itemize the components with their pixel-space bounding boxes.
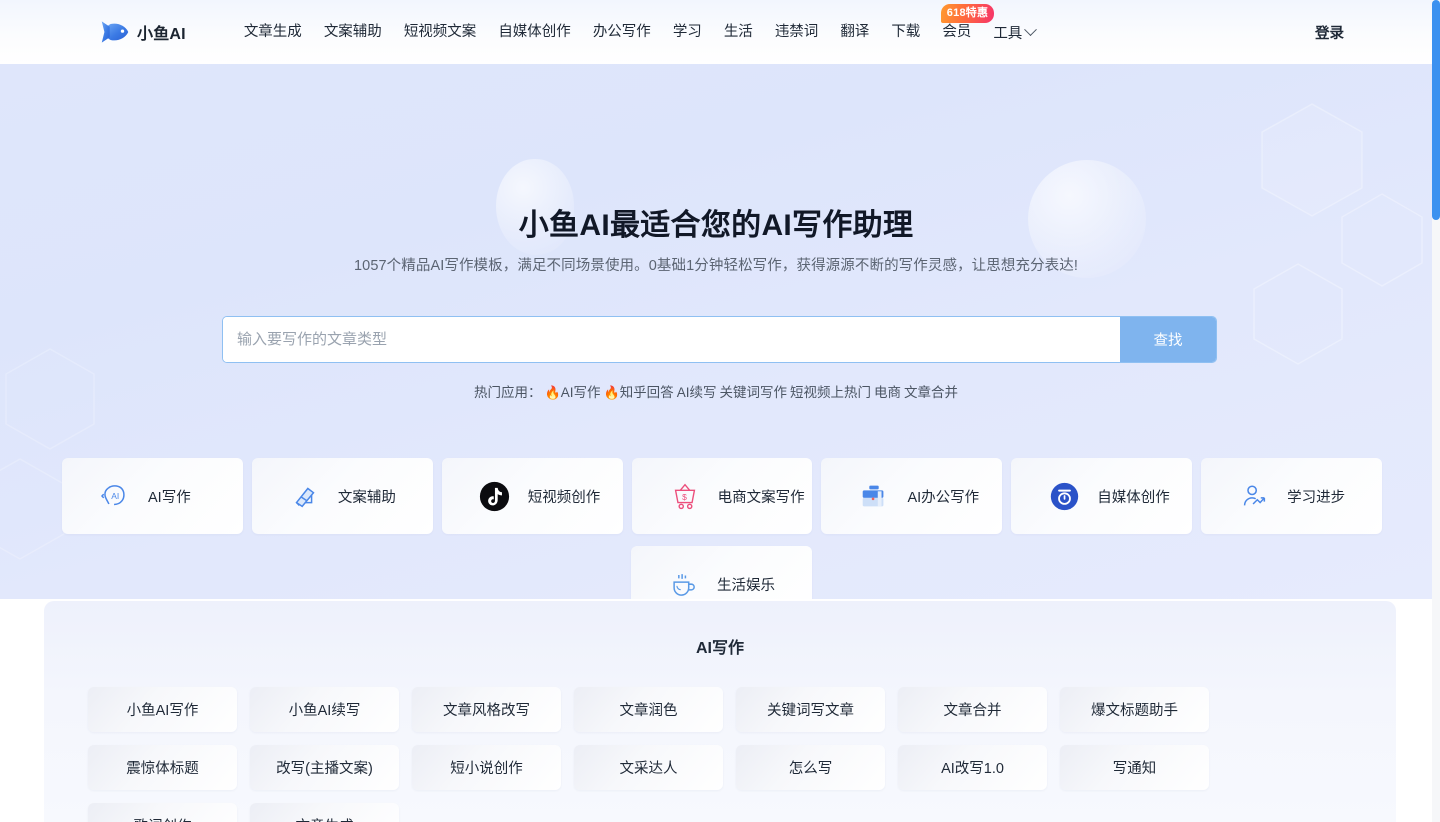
category-card-lifestyle[interactable]: 生活娱乐 (631, 546, 812, 599)
pen-writing-icon (288, 479, 322, 513)
search-bar: 查找 (222, 316, 1217, 363)
nav-label: 学习 (672, 24, 702, 40)
nav-label: 文章生成 (243, 24, 302, 40)
svg-text:AI: AI (111, 491, 119, 501)
hot-link-0[interactable]: 🔥AI写作 (545, 385, 601, 400)
nav-item-6[interactable]: 生活 (713, 0, 764, 64)
nav-item-3[interactable]: 自媒体创作 (487, 0, 582, 64)
category-card-self-media[interactable]: 自媒体创作 (1011, 458, 1193, 534)
tiktok-icon (478, 479, 512, 513)
category-card-ecommerce[interactable]: $ 电商文案写作 (631, 458, 813, 534)
fish-icon (100, 19, 130, 45)
toutiao-circle-icon (1047, 479, 1081, 513)
fire-icon: 🔥 (603, 385, 620, 400)
nav-label: 工具 (993, 25, 1023, 42)
briefcase-icon (857, 479, 891, 513)
hot-link-5[interactable]: 电商 (874, 385, 901, 400)
brand-name: 小鱼AI (137, 26, 186, 43)
top-navigation-bar: 小鱼AI 文章生成 文案辅助 短视频文案 自媒体创作 办公写作 学习 生活 违禁… (0, 0, 1432, 64)
category-label: AI办公写作 (907, 489, 980, 506)
nav-label: 自媒体创作 (498, 24, 571, 40)
page-title: 小鱼AI最适合您的AI写作助理 (518, 209, 914, 242)
template-tag[interactable]: 关键词写文章 (736, 687, 885, 732)
hot-link-2[interactable]: AI续写 (677, 385, 717, 400)
nav-label: 短视频文案 (403, 24, 477, 40)
nav-label: 办公写作 (592, 24, 651, 40)
template-tag[interactable]: 文章润色 (574, 687, 723, 732)
nav-item-10[interactable]: 618特惠 会员 (931, 0, 995, 64)
template-tag[interactable]: 文采达人 (574, 745, 723, 790)
brand-logo[interactable]: 小鱼AI (100, 19, 186, 45)
nav-item-0[interactable]: 文章生成 (233, 0, 313, 64)
category-label: 文案辅助 (337, 489, 396, 506)
main-nav: 文章生成 文案辅助 短视频文案 自媒体创作 办公写作 学习 生活 违禁词 翻译 … (233, 0, 1047, 64)
nav-label: 会员 (942, 24, 972, 40)
template-tag-grid: 小鱼AI写作 小鱼AI续写 文章风格改写 文章润色 关键词写文章 文章合并 爆文… (44, 658, 1396, 822)
login-button[interactable]: 登录 (1315, 22, 1344, 43)
template-tag[interactable]: 小鱼AI写作 (88, 687, 237, 732)
template-tag[interactable]: 小鱼AI续写 (250, 687, 399, 732)
shopping-cart-icon: $ (668, 479, 702, 513)
nav-item-2[interactable]: 短视频文案 (393, 0, 488, 64)
section-title: AI写作 (695, 640, 744, 657)
page-root: 小鱼AI 文章生成 文案辅助 短视频文案 自媒体创作 办公写作 学习 生活 违禁… (0, 0, 1440, 822)
decorative-hexagons-right (1253, 103, 1423, 365)
category-label: 电商文案写作 (717, 489, 805, 506)
hero-section: 小鱼AI最适合您的AI写作助理 1057个精品AI写作模板，满足不同场景使用。0… (0, 64, 1432, 599)
coffee-cup-icon (667, 567, 701, 599)
template-tag[interactable]: 改写(主播文案) (250, 745, 399, 790)
search-input[interactable] (223, 317, 1120, 362)
category-card-learning[interactable]: 学习进步 (1201, 458, 1383, 534)
ai-head-icon: AI (98, 479, 132, 513)
category-card-office[interactable]: AI办公写作 (821, 458, 1003, 534)
category-card-copywriting[interactable]: 文案辅助 (251, 458, 433, 534)
nav-label: 违禁词 (774, 24, 819, 40)
hot-link-3[interactable]: 关键词写作 (719, 385, 787, 400)
nav-item-4[interactable]: 办公写作 (582, 0, 662, 64)
nav-label: 文案辅助 (323, 24, 382, 40)
category-card-ai-writing[interactable]: AI AI写作 (62, 458, 243, 534)
nav-item-11[interactable]: 工具 (982, 22, 1046, 43)
category-cards-row-1: AI AI写作 文案辅助 短视频创作 $ 电商文案写作 AI办公写作 自媒体创作… (62, 458, 1383, 534)
page-subtitle: 1057个精品AI写作模板，满足不同场景使用。0基础1分钟轻松写作，获得源源不断… (353, 258, 1078, 274)
template-tag[interactable]: 震惊体标题 (88, 745, 237, 790)
template-tag[interactable]: 写通知 (1060, 745, 1209, 790)
template-tag[interactable]: 怎么写 (736, 745, 885, 790)
nav-item-5[interactable]: 学习 (662, 0, 713, 64)
nav-item-8[interactable]: 翻译 (829, 0, 880, 64)
category-label: 自媒体创作 (1097, 489, 1170, 506)
nav-label: 下载 (891, 24, 921, 40)
page-scrollbar-thumb[interactable] (1432, 0, 1440, 220)
template-tag[interactable]: 爆文标题助手 (1060, 687, 1209, 732)
category-cards-row-2: 生活娱乐 (631, 546, 812, 599)
hot-link-6[interactable]: 文章合并 (904, 385, 958, 400)
nav-item-9[interactable]: 下载 (880, 0, 931, 64)
hot-applications-row: 热门应用： 🔥AI写作 🔥知乎回答 AI续写 关键词写作 短视频上热门 电商 文章合并 (0, 381, 1432, 401)
chevron-down-icon (1024, 22, 1038, 36)
hot-applications-label: 热门应用： (474, 385, 542, 400)
template-tag[interactable]: AI改写1.0 (898, 745, 1047, 790)
nav-item-1[interactable]: 文案辅助 (313, 0, 393, 64)
hot-link-1[interactable]: 🔥知乎回答 (604, 385, 674, 400)
nav-label: 翻译 (840, 24, 870, 40)
category-label: 学习进步 (1287, 489, 1346, 506)
search-button[interactable]: 查找 (1120, 317, 1216, 362)
svg-text:$: $ (682, 492, 687, 502)
category-label: 短视频创作 (527, 489, 601, 506)
template-tag[interactable]: 短小说创作 (412, 745, 561, 790)
hot-link-4[interactable]: 短视频上热门 (790, 385, 871, 400)
ai-writing-section-panel: AI写作 小鱼AI写作 小鱼AI续写 文章风格改写 文章润色 关键词写文章 文章… (44, 601, 1396, 822)
category-label: AI写作 (148, 489, 191, 506)
promo-badge: 618特惠 (940, 4, 995, 23)
nav-label: 生活 (723, 24, 753, 40)
template-tag[interactable]: 文章生成 (250, 803, 399, 822)
category-label: 生活娱乐 (717, 577, 775, 594)
category-card-short-video[interactable]: 短视频创作 (441, 458, 623, 534)
template-tag[interactable]: 歌词创作 (88, 803, 237, 822)
nav-item-7[interactable]: 违禁词 (764, 0, 830, 64)
fire-icon: 🔥 (544, 385, 561, 400)
person-growth-icon (1237, 479, 1271, 513)
template-tag[interactable]: 文章合并 (898, 687, 1047, 732)
template-tag[interactable]: 文章风格改写 (412, 687, 561, 732)
